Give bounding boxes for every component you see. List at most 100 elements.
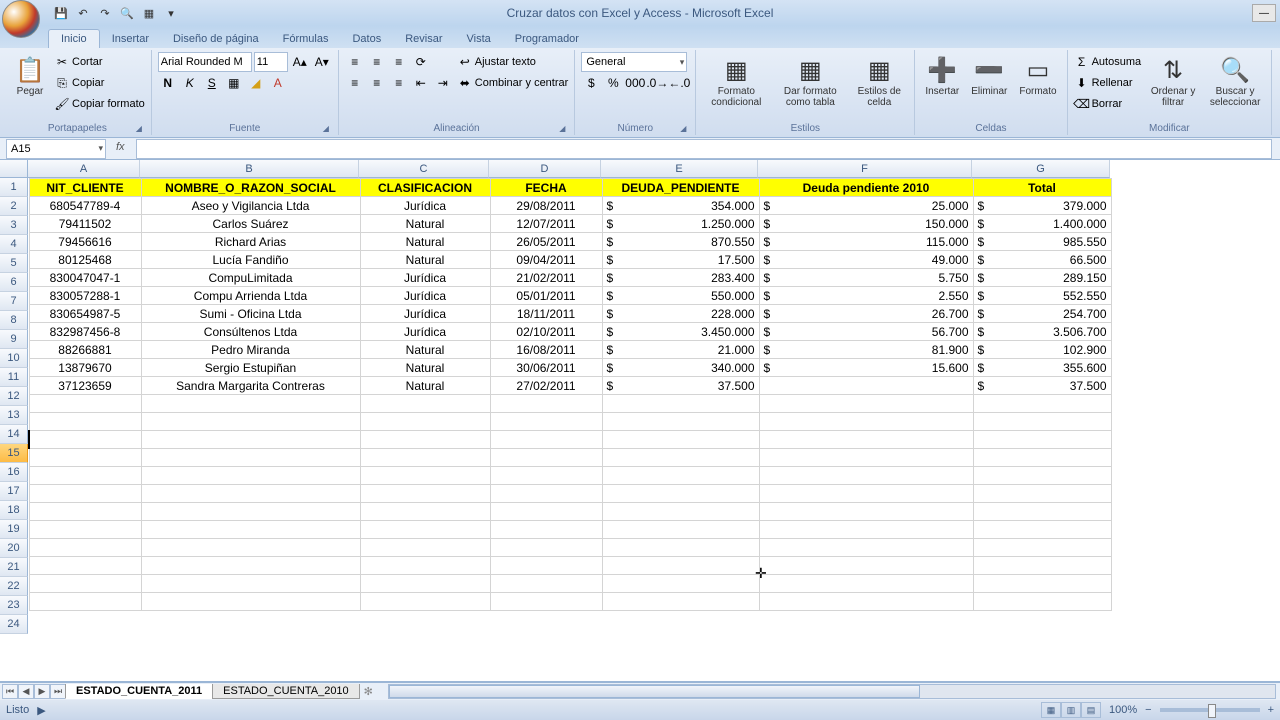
alineacion-launcher[interactable]: ◢: [556, 123, 568, 135]
tab-revisar[interactable]: Revisar: [393, 30, 454, 48]
row-header-16[interactable]: 16: [0, 463, 28, 482]
align-left-icon[interactable]: ≡: [345, 73, 365, 93]
sheet-nav-next[interactable]: ▶: [34, 684, 50, 699]
name-box[interactable]: A15: [6, 139, 106, 159]
row-header-15[interactable]: 15: [0, 444, 28, 463]
col-header-G[interactable]: G: [972, 160, 1110, 178]
col-header-C[interactable]: C: [359, 160, 489, 178]
qat-customize-icon[interactable]: ▾: [162, 4, 180, 22]
col-header-A[interactable]: A: [28, 160, 140, 178]
decrease-font-icon[interactable]: A▾: [312, 52, 332, 72]
row-header-14[interactable]: 14: [0, 425, 28, 444]
zoom-out-button[interactable]: −: [1145, 704, 1151, 716]
sheet-nav-last[interactable]: ⏭: [50, 684, 66, 699]
autosuma-button[interactable]: ΣAutosuma: [1074, 52, 1142, 72]
increase-indent-icon[interactable]: ⇥: [433, 73, 453, 93]
tab-formulas[interactable]: Fórmulas: [271, 30, 341, 48]
currency-icon[interactable]: $: [581, 73, 601, 93]
increase-font-icon[interactable]: A▴: [290, 52, 310, 72]
row-header-1[interactable]: 1: [0, 178, 28, 197]
borrar-button[interactable]: ⌫Borrar: [1074, 94, 1142, 114]
italic-button[interactable]: K: [180, 73, 200, 93]
fuente-launcher[interactable]: ◢: [320, 123, 332, 135]
decrease-decimal-icon[interactable]: ←.0: [669, 73, 689, 93]
row-header-6[interactable]: 6: [0, 273, 28, 292]
tab-datos[interactable]: Datos: [340, 30, 393, 48]
row-header-18[interactable]: 18: [0, 501, 28, 520]
number-format-combo[interactable]: General: [581, 52, 687, 72]
horizontal-scrollbar[interactable]: [388, 684, 1276, 699]
macros-icon[interactable]: ▶: [37, 704, 45, 717]
eliminar-celda-button[interactable]: ➖Eliminar: [967, 52, 1011, 118]
tab-diseno[interactable]: Diseño de página: [161, 30, 271, 48]
row-header-8[interactable]: 8: [0, 311, 28, 330]
sheet-tab-1[interactable]: ESTADO_CUENTA_2011: [65, 684, 213, 699]
formato-condicional-button[interactable]: ▦Formato condicional: [702, 52, 770, 118]
save-icon[interactable]: 💾: [52, 4, 70, 22]
print-preview-icon[interactable]: 🔍: [118, 4, 136, 22]
cortar-button[interactable]: ✂Cortar: [54, 52, 145, 72]
insertar-celda-button[interactable]: ➕Insertar: [921, 52, 963, 118]
hscroll-thumb[interactable]: [389, 685, 921, 698]
undo-icon[interactable]: ↶: [74, 4, 92, 22]
row-header-9[interactable]: 9: [0, 330, 28, 349]
font-name-combo[interactable]: [158, 52, 252, 72]
view-normal-icon[interactable]: ▦: [1041, 702, 1061, 718]
minimize-button[interactable]: —: [1252, 4, 1276, 22]
row-header-13[interactable]: 13: [0, 406, 28, 425]
row-header-23[interactable]: 23: [0, 596, 28, 615]
row-header-11[interactable]: 11: [0, 368, 28, 387]
tab-inicio[interactable]: Inicio: [48, 29, 100, 48]
portapapeles-launcher[interactable]: ◢: [133, 123, 145, 135]
ajustar-texto-button[interactable]: ↩Ajustar texto: [457, 52, 569, 72]
tab-insertar[interactable]: Insertar: [100, 30, 161, 48]
copiar-button[interactable]: ⎘Copiar: [54, 73, 145, 93]
new-icon[interactable]: ▦: [140, 4, 158, 22]
formula-bar[interactable]: [136, 139, 1272, 159]
row-header-12[interactable]: 12: [0, 387, 28, 406]
row-header-3[interactable]: 3: [0, 216, 28, 235]
row-header-21[interactable]: 21: [0, 558, 28, 577]
border-button[interactable]: ▦: [224, 73, 244, 93]
row-header-5[interactable]: 5: [0, 254, 28, 273]
percent-icon[interactable]: %: [603, 73, 623, 93]
row-header-22[interactable]: 22: [0, 577, 28, 596]
font-size-combo[interactable]: [254, 52, 288, 72]
fx-icon[interactable]: fx: [116, 141, 132, 157]
select-all-corner[interactable]: [0, 160, 28, 178]
copiar-formato-button[interactable]: 🖌Copiar formato: [54, 94, 145, 114]
underline-button[interactable]: S: [202, 73, 222, 93]
dar-formato-tabla-button[interactable]: ▦Dar formato como tabla: [774, 52, 846, 118]
row-header-17[interactable]: 17: [0, 482, 28, 501]
zoom-in-button[interactable]: +: [1268, 704, 1274, 716]
row-header-10[interactable]: 10: [0, 349, 28, 368]
redo-icon[interactable]: ↷: [96, 4, 114, 22]
worksheet-grid[interactable]: ABCDEFG 12345678910111213141516171819202…: [0, 160, 1280, 682]
row-header-19[interactable]: 19: [0, 520, 28, 539]
align-middle-icon[interactable]: ≡: [367, 52, 387, 72]
col-header-B[interactable]: B: [140, 160, 359, 178]
font-color-button[interactable]: A: [268, 73, 288, 93]
row-header-7[interactable]: 7: [0, 292, 28, 311]
numero-launcher[interactable]: ◢: [677, 123, 689, 135]
cells-table[interactable]: NIT_CLIENTENOMBRE_O_RAZON_SOCIALCLASIFIC…: [28, 178, 1112, 611]
bold-button[interactable]: N: [158, 73, 178, 93]
align-center-icon[interactable]: ≡: [367, 73, 387, 93]
view-layout-icon[interactable]: ▥: [1061, 702, 1081, 718]
align-top-icon[interactable]: ≡: [345, 52, 365, 72]
fill-color-button[interactable]: ◢: [246, 73, 266, 93]
row-header-2[interactable]: 2: [0, 197, 28, 216]
row-headers[interactable]: 123456789101112131415161718192021222324: [0, 178, 28, 634]
combinar-centrar-button[interactable]: ⬌Combinar y centrar: [457, 73, 569, 93]
estilos-celda-button[interactable]: ▦Estilos de celda: [850, 52, 908, 118]
align-right-icon[interactable]: ≡: [389, 73, 409, 93]
comma-icon[interactable]: 000: [625, 73, 645, 93]
col-header-E[interactable]: E: [601, 160, 758, 178]
ordenar-filtrar-button[interactable]: ⇅Ordenar y filtrar: [1145, 52, 1201, 118]
sheet-nav-first[interactable]: ⏮: [2, 684, 18, 699]
sheet-nav-prev[interactable]: ◀: [18, 684, 34, 699]
formato-celda-button[interactable]: ▭Formato: [1015, 52, 1060, 118]
row-header-20[interactable]: 20: [0, 539, 28, 558]
increase-decimal-icon[interactable]: .0→: [647, 73, 667, 93]
decrease-indent-icon[interactable]: ⇤: [411, 73, 431, 93]
